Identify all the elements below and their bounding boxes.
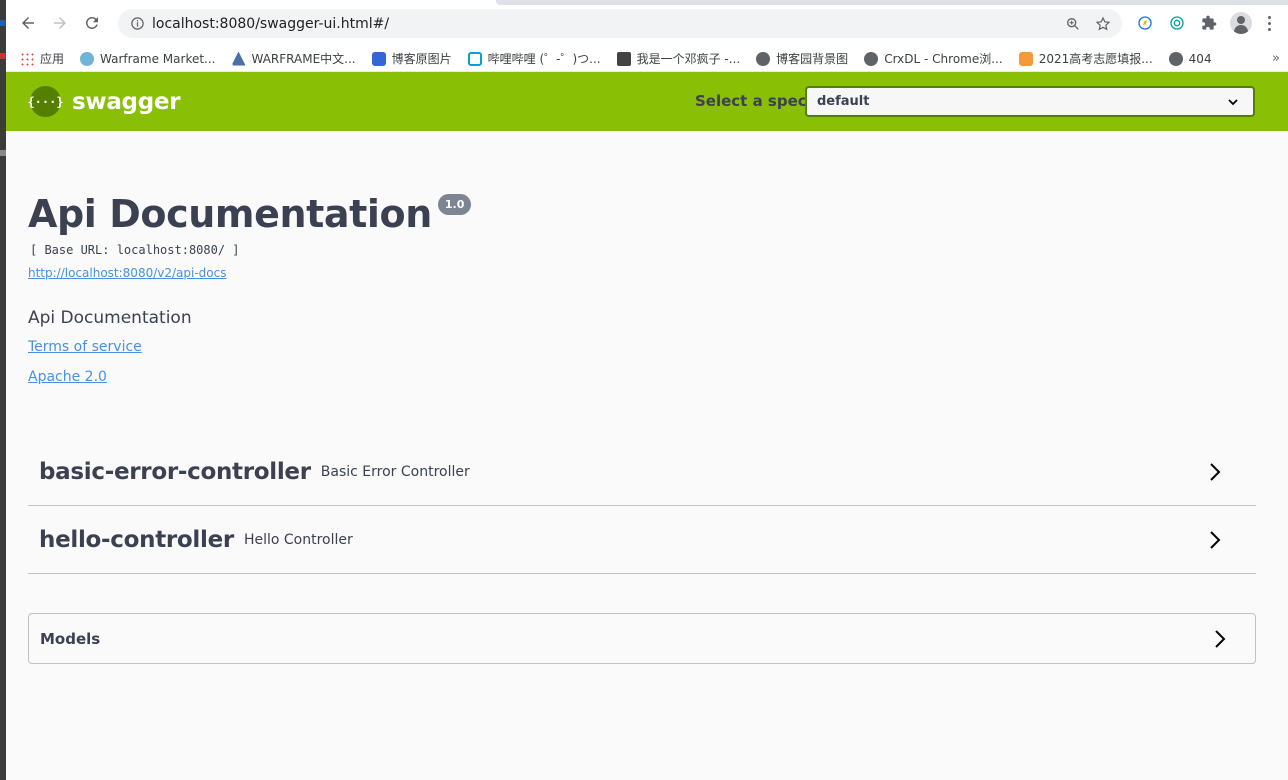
spec-label: Select a spec — [695, 92, 807, 110]
license-link[interactable]: Apache 2.0 — [28, 369, 107, 385]
api-description: Api Documentation — [28, 308, 192, 328]
address-bar[interactable]: localhost:8080/swagger-ui.html#/ — [118, 9, 1122, 38]
warframe-icon — [231, 51, 246, 66]
apps-grid-icon — [20, 51, 34, 66]
url-text[interactable]: localhost:8080/swagger-ui.html#/ — [152, 16, 389, 32]
swagger-logo-icon: {···} — [27, 86, 64, 117]
spec-select[interactable]: default — [805, 86, 1255, 117]
bookmark-item[interactable]: 404 — [1168, 51, 1212, 66]
api-docs-link[interactable]: http://localhost:8080/v2/api-docs — [28, 266, 226, 280]
forward-icon — [54, 17, 66, 29]
tag-basic-error-controller[interactable]: basic-error-controller Basic Error Contr… — [28, 438, 1256, 506]
reload-button[interactable] — [76, 7, 108, 39]
browser-window: localhost:8080/swagger-ui.html#/ 应用 Warf… — [6, 0, 1288, 780]
terms-of-service-link[interactable]: Terms of service — [28, 339, 142, 355]
base-url: [ Base URL: localhost:8080/ ] — [30, 243, 240, 257]
back-icon — [22, 17, 34, 29]
forward-button[interactable] — [44, 7, 76, 39]
bookmark-item[interactable]: WARFRAME中文... — [231, 50, 356, 67]
profile-icon[interactable] — [1230, 12, 1252, 34]
bookmark-item[interactable]: 2021高考志愿填报... — [1018, 50, 1153, 67]
tag-description: Basic Error Controller — [320, 463, 470, 480]
chevron-down-icon — [1228, 99, 1238, 106]
spec-select-value: default — [817, 94, 870, 109]
tag-description: Hello Controller — [243, 531, 353, 548]
reload-icon — [85, 16, 98, 29]
bilibili-icon — [467, 51, 482, 66]
swagger-logo[interactable]: {···} swagger — [27, 86, 181, 117]
globe-icon — [1168, 51, 1183, 66]
bookmark-item[interactable]: 哔哩哔哩 (゜-゜)つ... — [467, 50, 601, 67]
bookmark-item[interactable]: CrxDL - Chrome浏... — [864, 50, 1003, 67]
api-info: Api Documentation 1.0 — [28, 190, 472, 238]
globe-icon — [756, 51, 771, 66]
version-badge: 1.0 — [437, 194, 472, 215]
bookmark-apps[interactable]: 应用 — [20, 50, 64, 67]
page-title: Api Documentation — [28, 192, 432, 236]
extension-compass-icon[interactable] — [1134, 12, 1156, 34]
swagger-topbar: {···} swagger Select a spec default — [6, 72, 1288, 131]
info-icon[interactable] — [122, 16, 152, 31]
tag-name: hello-controller — [39, 526, 234, 553]
star-icon[interactable] — [1092, 13, 1114, 35]
bookmark-item[interactable]: 我是一个邓疯子 -... — [616, 50, 740, 67]
models-section[interactable]: Models — [28, 613, 1256, 664]
gaokao-icon — [1018, 51, 1033, 66]
bookmarks-more-button[interactable]: » — [1272, 51, 1280, 66]
blog-image-icon — [371, 51, 386, 66]
swagger-brand: swagger — [72, 88, 181, 115]
browser-toolbar: localhost:8080/swagger-ui.html#/ — [6, 0, 1288, 46]
bookmark-item[interactable]: 博客原图片 — [371, 50, 452, 67]
bookmarks-bar: 应用 Warframe Market... WARFRAME中文... 博客原图… — [6, 46, 1288, 72]
models-title: Models — [40, 629, 101, 648]
zoom-icon[interactable] — [1062, 13, 1084, 35]
chevron-right-icon[interactable] — [1208, 530, 1222, 550]
chevron-right-icon[interactable] — [1208, 462, 1222, 482]
bookmark-item[interactable]: 博客园背景图 — [756, 50, 848, 67]
bookmark-item[interactable]: Warframe Market... — [80, 51, 216, 66]
menu-icon[interactable] — [1262, 15, 1276, 31]
globe-icon — [864, 51, 879, 66]
chevron-right-icon[interactable] — [1213, 629, 1227, 649]
blog-icon — [616, 51, 631, 66]
warframe-market-icon — [80, 51, 95, 66]
extension-icon[interactable] — [1198, 12, 1220, 34]
tab-strip — [496, 0, 1288, 5]
extension-vpn-icon[interactable] — [1166, 12, 1188, 34]
tag-hello-controller[interactable]: hello-controller Hello Controller — [28, 506, 1256, 574]
tag-name: basic-error-controller — [39, 458, 311, 485]
back-button[interactable] — [12, 7, 44, 39]
